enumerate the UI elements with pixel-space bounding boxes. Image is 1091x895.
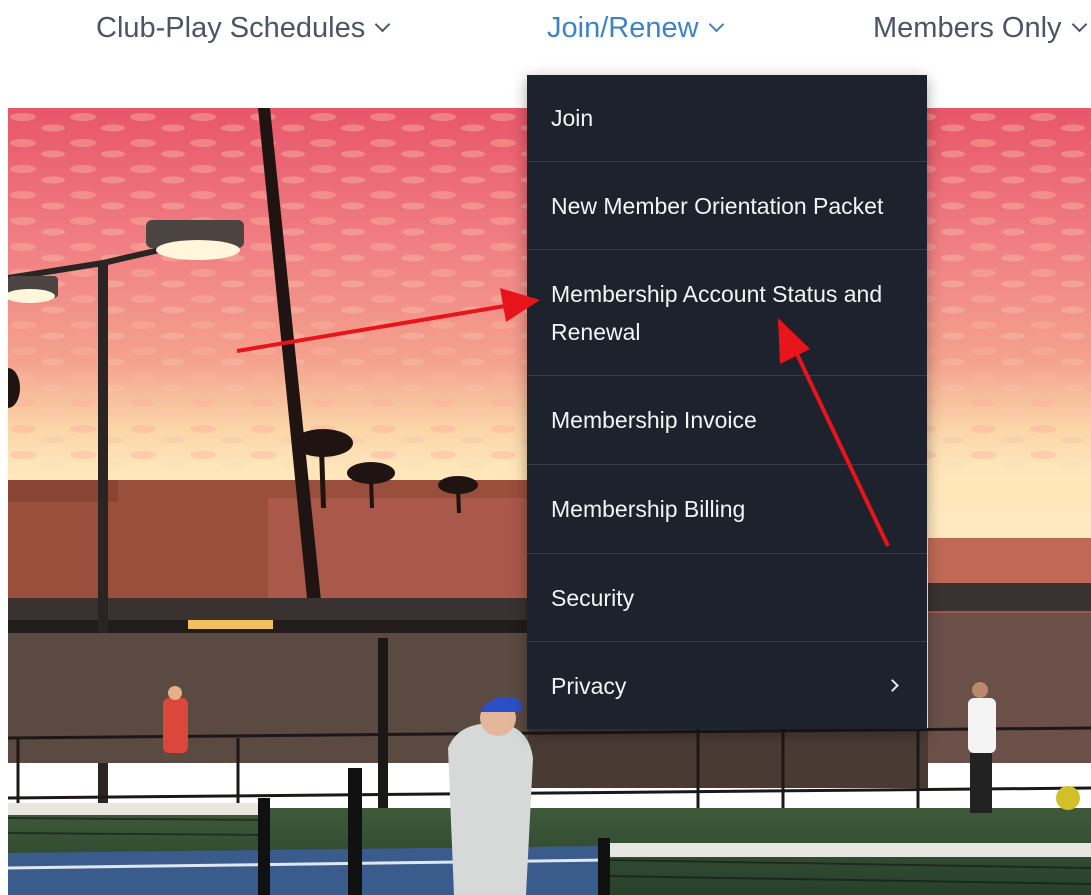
menu-item-label: Membership Account Status and Renewal	[551, 280, 883, 345]
menu-item-membership-invoice[interactable]: Membership Invoice	[527, 376, 927, 465]
menu-item-label: New Member Orientation Packet	[551, 192, 884, 219]
join-renew-dropdown: Join New Member Orientation Packet Membe…	[527, 75, 927, 729]
menu-item-label: Membership Billing	[551, 496, 746, 522]
menu-item-label: Join	[551, 105, 594, 131]
nav-club-play-schedules[interactable]: Club-Play Schedules	[96, 8, 391, 48]
nav-club-play-schedules-label: Club-Play Schedules	[96, 12, 366, 44]
menu-item-membership-account-status[interactable]: Membership Account Status and Renewal	[527, 250, 927, 376]
nav-join-renew-label: Join/Renew	[547, 12, 699, 44]
menu-item-privacy[interactable]: Privacy	[527, 642, 927, 729]
chevron-down-icon	[708, 16, 724, 33]
menu-item-label: Membership Invoice	[551, 407, 757, 433]
menu-item-new-member-orientation-packet[interactable]: New Member Orientation Packet	[527, 162, 927, 250]
menu-item-label: Security	[551, 584, 635, 611]
chevron-down-icon	[374, 16, 391, 33]
menu-item-join[interactable]: Join	[527, 75, 927, 162]
menu-item-membership-billing[interactable]: Membership Billing	[527, 465, 927, 554]
chevron-down-icon	[1071, 16, 1087, 33]
top-navigation: Club-Play Schedules Join/Renew Members O…	[0, 0, 1091, 62]
nav-members-only[interactable]: Members Only	[873, 8, 1087, 48]
nav-join-renew[interactable]: Join/Renew	[547, 8, 724, 48]
chevron-right-icon	[886, 679, 899, 692]
nav-members-only-label: Members Only	[873, 12, 1062, 44]
menu-item-security[interactable]: Security	[527, 554, 927, 642]
menu-item-label: Privacy	[551, 672, 627, 699]
